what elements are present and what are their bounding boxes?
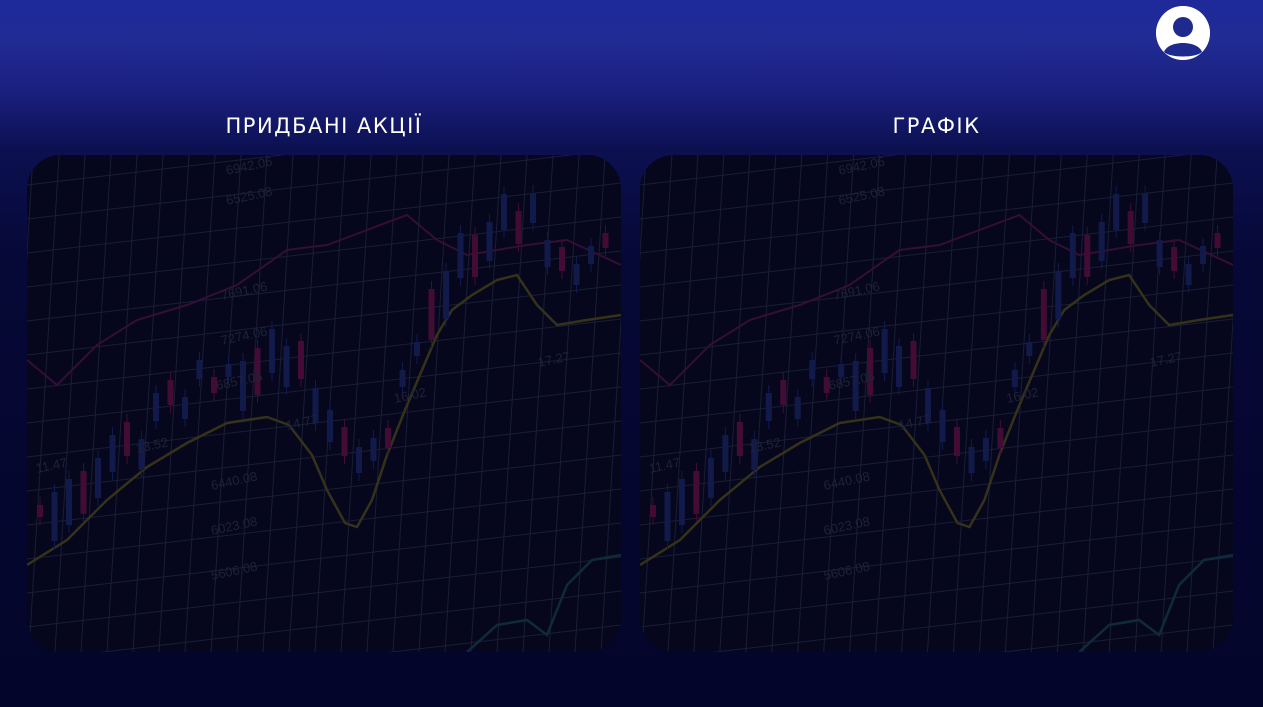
user-avatar-button[interactable] xyxy=(1156,6,1210,60)
user-avatar-icon xyxy=(1156,6,1210,60)
purchased-stocks-panel[interactable]: 6942.06 6525.08 7691.06 7274.06 6857.06 6440.… xyxy=(27,155,621,652)
purchased-stocks-title: ПРИДБАНІ АКЦІЇ xyxy=(225,114,423,138)
chart-title: ГРАФІК xyxy=(892,114,981,138)
stock-chart-image: 6942.066525.087691.067274.066857.066440.… xyxy=(640,155,1233,652)
stock-chart-image: 6942.066525.087691.067274.066857.066440.… xyxy=(27,155,621,652)
chart-panel[interactable]: 6942.06 6525.08 7691.06 7274.06 6857.06 6440.… xyxy=(640,155,1233,652)
